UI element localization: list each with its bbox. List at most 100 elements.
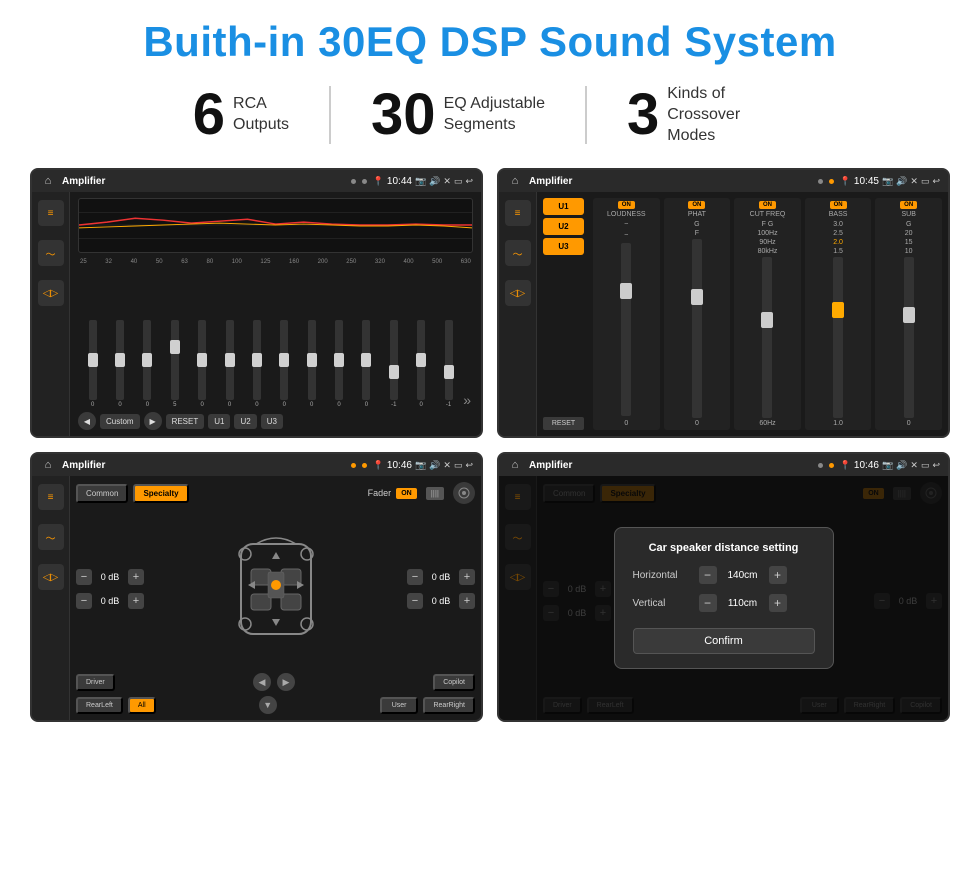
eq-slider-6: 0	[217, 320, 242, 408]
rearleft-btn[interactable]: RearLeft	[76, 697, 123, 714]
fader-slider[interactable]: ||||	[426, 487, 444, 500]
custom-btn[interactable]: Custom	[100, 414, 140, 429]
loudness-on[interactable]: ON	[618, 201, 635, 209]
specialty-tab[interactable]: Specialty	[133, 484, 188, 503]
eq-slider-4: 5	[162, 320, 187, 408]
eq-slider-1: 0	[80, 320, 105, 408]
home-icon-2[interactable]: ⌂	[507, 173, 523, 189]
phat-on[interactable]: ON	[688, 201, 705, 209]
db3-minus[interactable]: −	[407, 569, 423, 585]
loudness-slider[interactable]	[621, 243, 631, 416]
location-icon-3: 📍	[373, 460, 384, 471]
camera-icon-1: 📷	[415, 176, 426, 187]
confirm-button[interactable]: Confirm	[633, 628, 815, 654]
down-arrow[interactable]: ▼	[259, 696, 277, 714]
status-time-1: 10:44	[387, 176, 412, 187]
sidebar-eq-btn[interactable]: ≡	[38, 200, 64, 226]
db1-plus[interactable]: +	[128, 569, 144, 585]
fader-on-toggle[interactable]: ON	[396, 488, 417, 499]
all-btn[interactable]: All	[128, 697, 156, 714]
u2-btn[interactable]: U2	[234, 414, 256, 429]
sub-slider[interactable]	[904, 257, 914, 418]
home-icon-4[interactable]: ⌂	[507, 457, 523, 473]
status-bar-1: ⌂ Amplifier 📍 10:44 📷 🔊 ✕ ▭ ↩	[32, 170, 481, 192]
home-icon-3[interactable]: ⌂	[40, 457, 56, 473]
db1-value: 0 dB	[96, 572, 124, 582]
db2-minus[interactable]: −	[76, 593, 92, 609]
u3-btn[interactable]: U3	[261, 414, 283, 429]
reset-crossover[interactable]: RESET	[543, 417, 584, 430]
sidebar-wave-btn[interactable]: 〜	[38, 240, 64, 266]
status-time-4: 10:46	[854, 460, 879, 471]
page-wrapper: Buith-in 30EQ DSP Sound System 6 RCA Out…	[0, 0, 980, 881]
stat-item-crossover: 3 Kinds of Crossover Modes	[587, 84, 827, 146]
screen-sidebar-1: ≡ 〜 ◁▷	[32, 192, 70, 436]
sub-on[interactable]: ON	[900, 201, 917, 209]
stat-text-rca: RCA Outputs	[233, 94, 289, 136]
fader-left-controls: − 0 dB + − 0 dB +	[76, 569, 144, 609]
screen-content-3: ≡ 〜 ◁▷ Common Specialty Fader ON ||||	[32, 476, 481, 720]
sidebar-wave-btn-3[interactable]: 〜	[38, 524, 64, 550]
rearright-btn[interactable]: RearRight	[423, 697, 475, 714]
sidebar-speaker-btn[interactable]: ◁▷	[38, 280, 64, 306]
vertical-value: 110cm	[723, 598, 763, 609]
db3-plus[interactable]: +	[459, 569, 475, 585]
status-dot-2	[362, 179, 367, 184]
home-icon-1[interactable]: ⌂	[40, 173, 56, 189]
db1-minus[interactable]: −	[76, 569, 92, 585]
play-btn[interactable]: ▶	[144, 412, 162, 430]
screen-title-4: Amplifier	[529, 460, 812, 471]
screen-content-2: ≡ 〜 ◁▷ U1 U2 U3 RESET ON LO	[499, 192, 948, 436]
right-arrow[interactable]: ▶	[277, 673, 295, 691]
settings-icon[interactable]	[453, 482, 475, 504]
db4-value: 0 dB	[427, 596, 455, 606]
vertical-label: Vertical	[633, 598, 693, 609]
user-btn[interactable]: User	[380, 697, 419, 714]
sidebar-eq-btn-3[interactable]: ≡	[38, 484, 64, 510]
u1-btn[interactable]: U1	[208, 414, 230, 429]
sidebar-speaker-btn-2[interactable]: ◁▷	[505, 280, 531, 306]
db4-minus[interactable]: −	[407, 593, 423, 609]
copilot-btn[interactable]: Copilot	[433, 674, 475, 691]
horizontal-plus[interactable]: +	[769, 566, 787, 584]
cutfreq-on[interactable]: ON	[759, 201, 776, 209]
sidebar-speaker-btn-3[interactable]: ◁▷	[38, 564, 64, 590]
status-dot-4	[829, 179, 834, 184]
eq-slider-7: 0	[244, 320, 269, 408]
bass-on[interactable]: ON	[830, 201, 847, 209]
crossover-cutfreq: ON CUT FREQ F G 100Hz90Hz80kHz 60Hz	[734, 198, 801, 430]
channel-u1[interactable]: U1	[543, 198, 584, 215]
horizontal-row: Horizontal − 140cm +	[633, 566, 815, 584]
db4-plus[interactable]: +	[459, 593, 475, 609]
cutfreq-slider[interactable]	[762, 257, 772, 418]
eq-sliders-row: 0 0 0 5	[78, 269, 473, 408]
camera-icon-4: 📷	[882, 460, 893, 471]
screen-content-1: ≡ 〜 ◁▷	[32, 192, 481, 436]
status-bar-4: ⌂ Amplifier 📍 10:46 📷 🔊 ✕ ▭ ↩	[499, 454, 948, 476]
left-arrow[interactable]: ◀	[253, 673, 271, 691]
phat-slider[interactable]	[692, 239, 702, 418]
bass-slider[interactable]	[833, 257, 843, 418]
crossover-loudness: ON LOUDNESS ~ ~ 0	[593, 198, 660, 430]
vertical-minus[interactable]: −	[699, 594, 717, 612]
db2-plus[interactable]: +	[128, 593, 144, 609]
db-row-1: − 0 dB +	[76, 569, 144, 585]
vertical-plus[interactable]: +	[769, 594, 787, 612]
more-btn[interactable]: »	[463, 392, 471, 408]
horizontal-value: 140cm	[723, 570, 763, 581]
fader-label: Fader	[368, 488, 392, 498]
driver-btn[interactable]: Driver	[76, 674, 115, 691]
horizontal-minus[interactable]: −	[699, 566, 717, 584]
reset-btn[interactable]: RESET	[166, 414, 205, 429]
camera-icon-3: 📷	[415, 460, 426, 471]
channel-u3[interactable]: U3	[543, 238, 584, 255]
sidebar-eq-btn-2[interactable]: ≡	[505, 200, 531, 226]
sidebar-wave-btn-2[interactable]: 〜	[505, 240, 531, 266]
stat-text-crossover: Kinds of Crossover Modes	[667, 84, 787, 146]
channel-u2[interactable]: U2	[543, 218, 584, 235]
eq-bottom-bar: ◀ Custom ▶ RESET U1 U2 U3	[78, 412, 473, 430]
common-tab[interactable]: Common	[76, 484, 128, 503]
prev-btn[interactable]: ◀	[78, 412, 96, 430]
dialog-overlay: Car speaker distance setting Horizontal …	[499, 476, 948, 720]
eq-slider-14: -1	[436, 320, 461, 408]
